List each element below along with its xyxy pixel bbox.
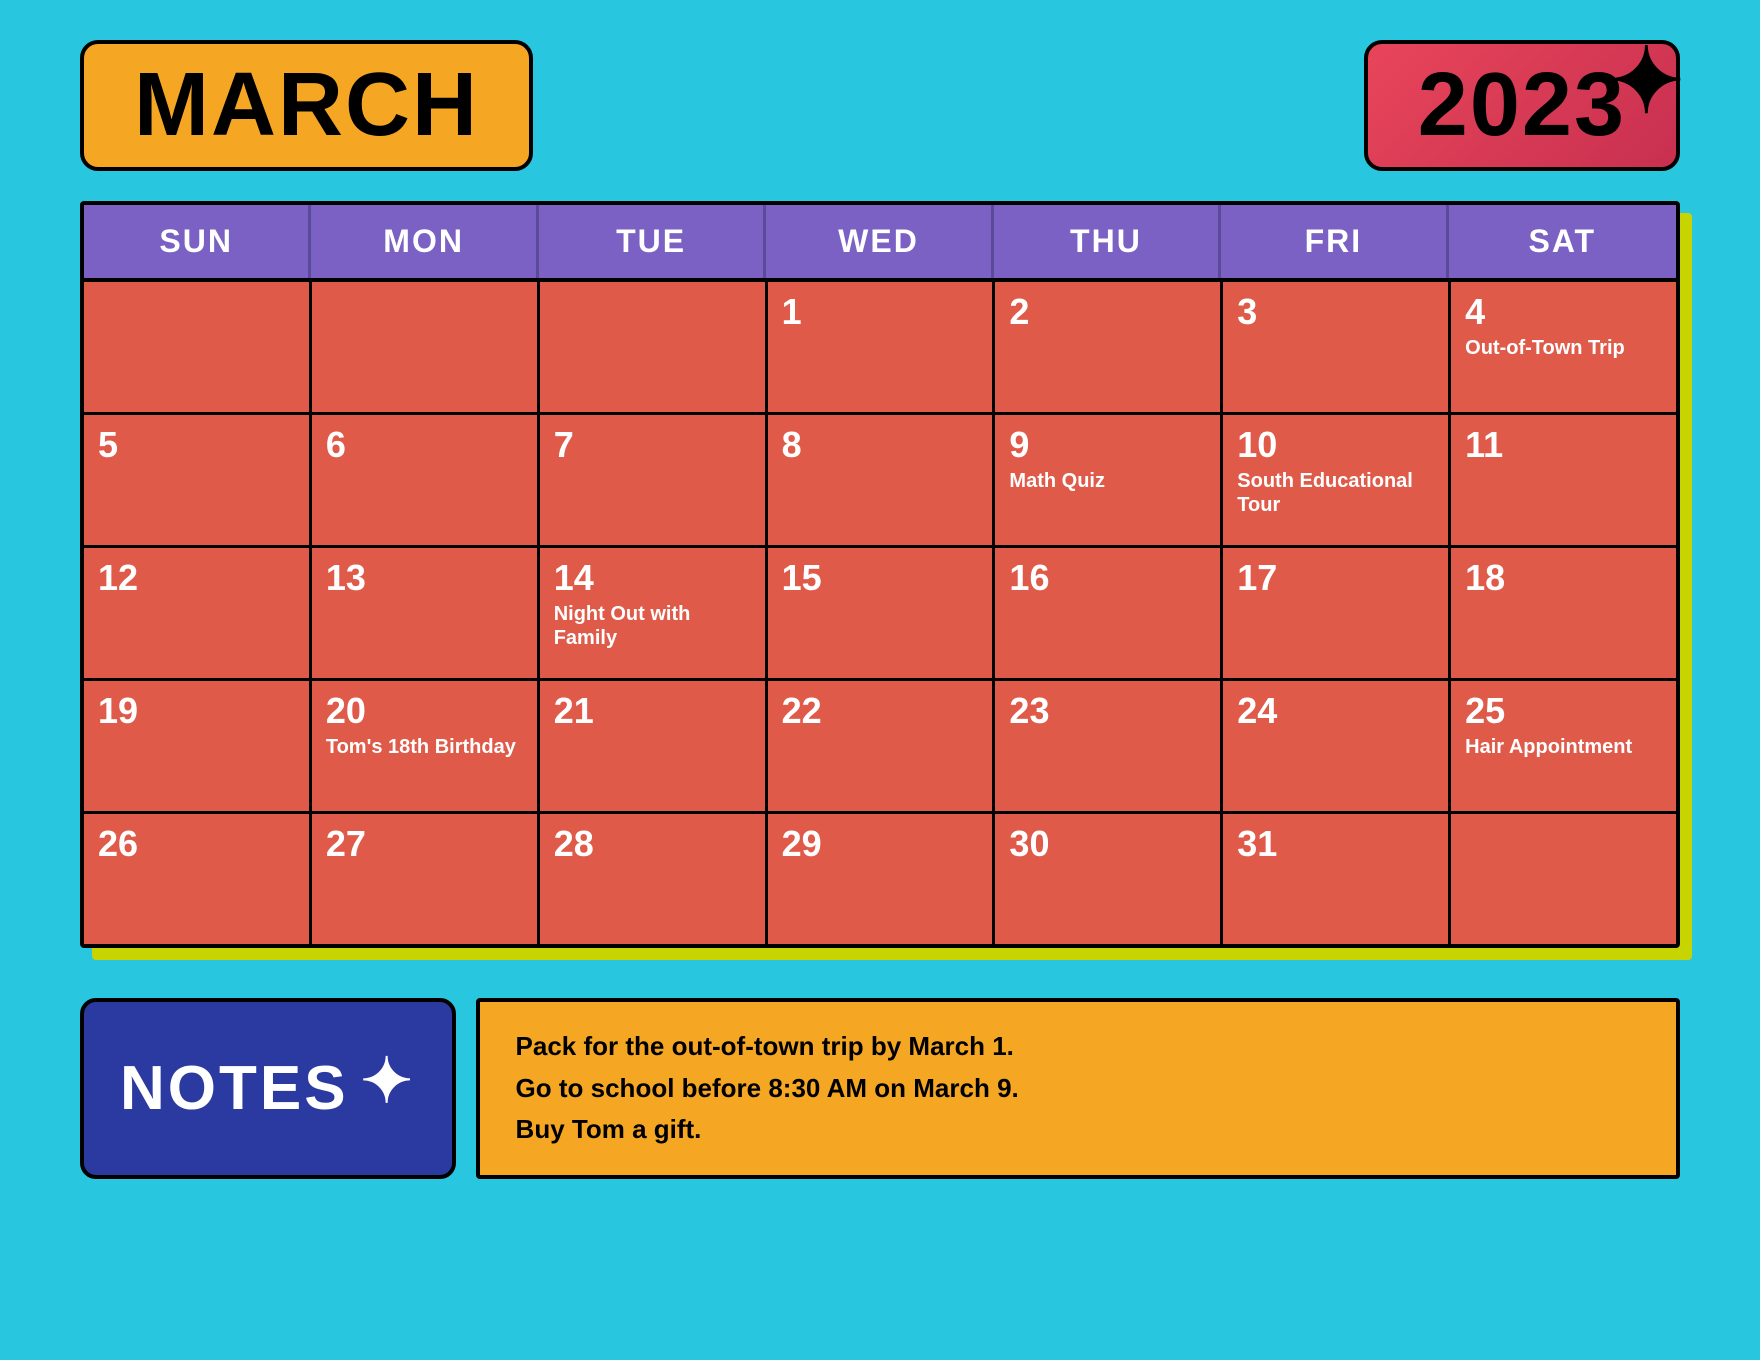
calendar-cell[interactable]: 5 <box>84 415 309 545</box>
cell-day-number: 14 <box>554 560 751 596</box>
calendar-cell[interactable]: 14 Night Out with Family <box>540 548 765 678</box>
calendar-header: SUN MON TUE WED THU FRI SAT <box>84 205 1676 282</box>
cell-day-number: 15 <box>782 560 979 596</box>
calendar-cell[interactable]: 27 <box>312 814 537 944</box>
calendar-cell[interactable]: 11 <box>1451 415 1676 545</box>
calendar-cell[interactable]: 26 <box>84 814 309 944</box>
cell-day-number: 17 <box>1237 560 1434 596</box>
calendar-cell[interactable]: 2 <box>995 282 1220 412</box>
cell-day-number: 25 <box>1465 693 1662 729</box>
day-header-wed: WED <box>766 205 993 278</box>
cell-day-number: 16 <box>1009 560 1206 596</box>
cell-day-number: 24 <box>1237 693 1434 729</box>
calendar-cell[interactable]: 31 <box>1223 814 1448 944</box>
sparkle-icon: ✦ <box>1609 29 1686 134</box>
cell-event-text: Math Quiz <box>1009 470 1105 492</box>
calendar-cell[interactable]: 19 <box>84 681 309 811</box>
calendar-cell[interactable] <box>1451 814 1676 944</box>
calendar-cell[interactable]: 30 <box>995 814 1220 944</box>
cell-day-number: 6 <box>326 427 523 463</box>
calendar-cell[interactable]: 13 <box>312 548 537 678</box>
cell-event-text: Night Out with Family <box>554 603 691 649</box>
cell-day-number: 12 <box>98 560 295 596</box>
cell-day-number: 20 <box>326 693 523 729</box>
cell-event-text: South Educational Tour <box>1237 470 1413 516</box>
notes-section: NOTES ✦ Pack for the out-of-town trip by… <box>80 998 1680 1179</box>
calendar-cell[interactable] <box>312 282 537 412</box>
month-badge: MARCH <box>80 40 533 171</box>
calendar-cell[interactable]: 16 <box>995 548 1220 678</box>
month-label: MARCH <box>134 55 479 155</box>
cell-day-number: 9 <box>1009 427 1206 463</box>
calendar-cell[interactable]: 22 <box>768 681 993 811</box>
page-container: MARCH 2023 ✦ SUN MON TUE WED THU FRI SAT… <box>0 0 1760 1239</box>
calendar-cell[interactable]: 25 Hair Appointment <box>1451 681 1676 811</box>
cell-day-number: 30 <box>1009 826 1206 862</box>
calendar-cell[interactable]: 28 <box>540 814 765 944</box>
cell-day-number: 21 <box>554 693 751 729</box>
notes-item: Go to school before 8:30 AM on March 9. <box>516 1068 1640 1110</box>
cell-day-number: 29 <box>782 826 979 862</box>
calendar-cell[interactable] <box>540 282 765 412</box>
cell-day-number: 27 <box>326 826 523 862</box>
calendar-cell[interactable] <box>84 282 309 412</box>
cell-event-text: Hair Appointment <box>1465 736 1632 758</box>
cell-day-number: 19 <box>98 693 295 729</box>
calendar-cell[interactable]: 4 Out-of-Town Trip <box>1451 282 1676 412</box>
cell-day-number: 13 <box>326 560 523 596</box>
notes-label: NOTES <box>120 1053 349 1124</box>
calendar-cell[interactable]: 21 <box>540 681 765 811</box>
calendar: SUN MON TUE WED THU FRI SAT 1234Out-of-T… <box>80 201 1680 948</box>
cell-day-number: 11 <box>1465 427 1662 463</box>
calendar-wrapper: SUN MON TUE WED THU FRI SAT 1234Out-of-T… <box>80 201 1680 948</box>
calendar-cell[interactable]: 6 <box>312 415 537 545</box>
calendar-cell[interactable]: 18 <box>1451 548 1676 678</box>
year-label: 2023 <box>1418 55 1626 155</box>
day-header-sat: SAT <box>1449 205 1676 278</box>
calendar-body: 1234Out-of-Town Trip56789Math Quiz10Sout… <box>84 282 1676 944</box>
calendar-cell[interactable]: 1 <box>768 282 993 412</box>
calendar-cell[interactable]: 9 Math Quiz <box>995 415 1220 545</box>
day-header-thu: THU <box>994 205 1221 278</box>
cell-event-text: Out-of-Town Trip <box>1465 337 1625 359</box>
day-header-sun: SUN <box>84 205 311 278</box>
cell-day-number: 26 <box>98 826 295 862</box>
calendar-cell[interactable]: 10 South Educational Tour <box>1223 415 1448 545</box>
cell-day-number: 28 <box>554 826 751 862</box>
notes-badge: NOTES ✦ <box>80 998 456 1179</box>
cell-day-number: 18 <box>1465 560 1662 596</box>
notes-content: Pack for the out-of-town trip by March 1… <box>476 998 1680 1179</box>
day-header-fri: FRI <box>1221 205 1448 278</box>
day-header-mon: MON <box>311 205 538 278</box>
calendar-cell[interactable]: 24 <box>1223 681 1448 811</box>
cell-day-number: 4 <box>1465 294 1662 330</box>
cell-day-number: 22 <box>782 693 979 729</box>
calendar-cell[interactable]: 8 <box>768 415 993 545</box>
cell-day-number: 8 <box>782 427 979 463</box>
cell-day-number: 23 <box>1009 693 1206 729</box>
calendar-cell[interactable]: 23 <box>995 681 1220 811</box>
cell-event-text: Tom's 18th Birthday <box>326 736 516 758</box>
notes-sparkle-icon: ✦ <box>361 1044 416 1117</box>
cell-day-number: 1 <box>782 294 979 330</box>
notes-item: Pack for the out-of-town trip by March 1… <box>516 1026 1640 1068</box>
cell-day-number: 2 <box>1009 294 1206 330</box>
cell-day-number: 7 <box>554 427 751 463</box>
calendar-cell[interactable]: 7 <box>540 415 765 545</box>
calendar-cell[interactable]: 3 <box>1223 282 1448 412</box>
cell-day-number: 10 <box>1237 427 1434 463</box>
calendar-cell[interactable]: 12 <box>84 548 309 678</box>
notes-item: Buy Tom a gift. <box>516 1109 1640 1151</box>
header: MARCH 2023 ✦ <box>80 40 1680 171</box>
calendar-cell[interactable]: 15 <box>768 548 993 678</box>
cell-day-number: 5 <box>98 427 295 463</box>
calendar-cell[interactable]: 17 <box>1223 548 1448 678</box>
cell-day-number: 3 <box>1237 294 1434 330</box>
year-badge: 2023 ✦ <box>1364 40 1680 171</box>
day-header-tue: TUE <box>539 205 766 278</box>
cell-day-number: 31 <box>1237 826 1434 862</box>
calendar-cell[interactable]: 20 Tom's 18th Birthday <box>312 681 537 811</box>
calendar-cell[interactable]: 29 <box>768 814 993 944</box>
